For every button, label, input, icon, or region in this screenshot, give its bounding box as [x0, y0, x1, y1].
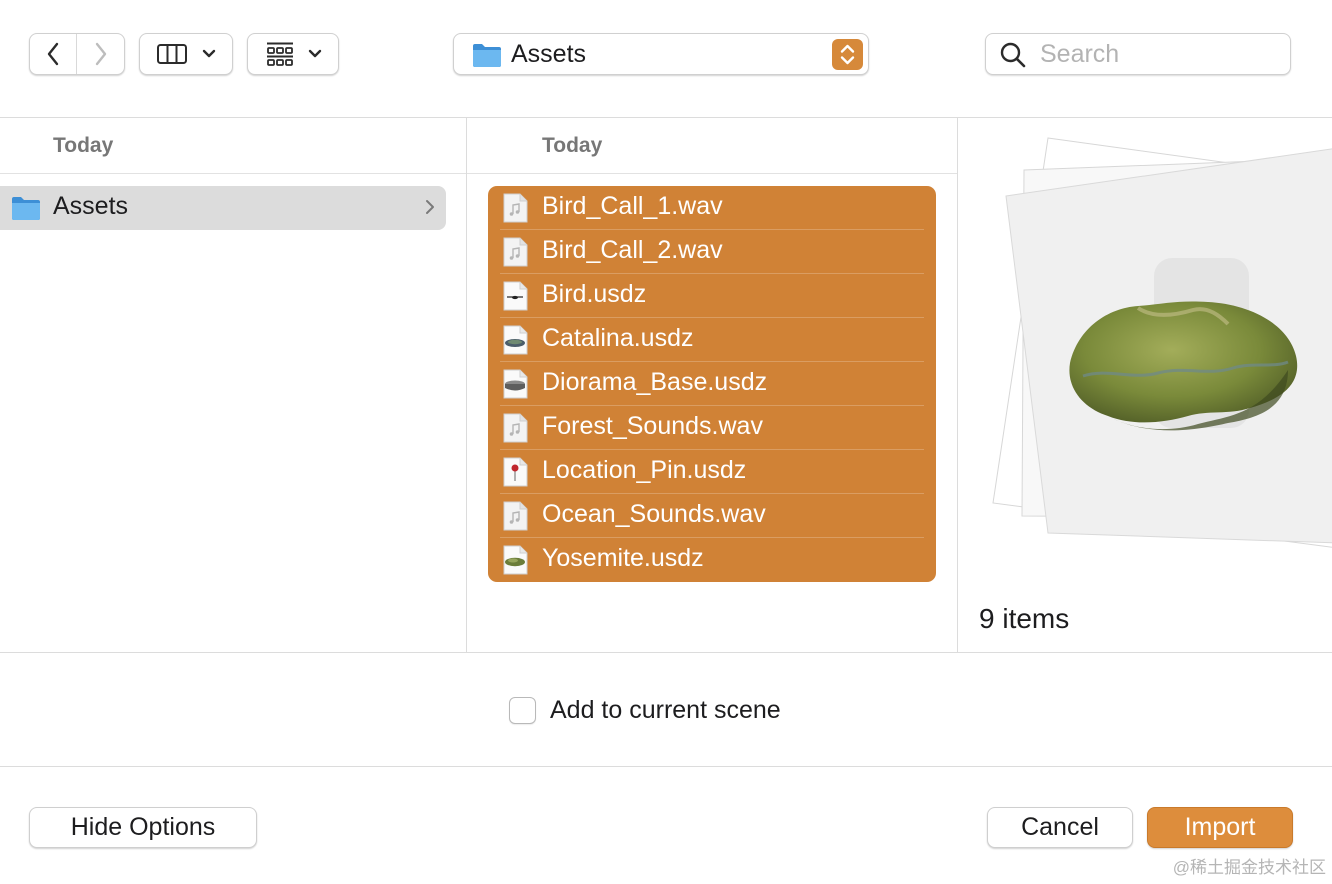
file-name: Yosemite.usdz: [542, 544, 704, 572]
file-name: Bird_Call_1.wav: [542, 192, 723, 220]
items-count: 9 items: [979, 603, 1070, 634]
folder-row-assets[interactable]: Assets: [0, 186, 446, 230]
up-down-arrows-icon: [840, 44, 855, 65]
add-to-scene-label[interactable]: Add to current scene: [550, 696, 781, 725]
group-by-button[interactable]: [247, 33, 339, 75]
navigation-buttons: [29, 33, 125, 75]
add-to-scene-checkbox[interactable]: [509, 697, 536, 724]
column-header-divider: [0, 173, 466, 174]
chevron-right-icon: [426, 200, 434, 214]
column-header: Today: [53, 134, 114, 157]
file-name: Ocean_Sounds.wav: [542, 500, 766, 528]
browser-column-2: Today Bird_Call_1.wav Bird_Call_2.wav Bi…: [467, 118, 957, 652]
search-input[interactable]: [1040, 39, 1280, 69]
browser-column-1: Today Assets: [0, 118, 466, 652]
grid-view-icon: [267, 42, 293, 66]
selected-files: Bird_Call_1.wav Bird_Call_2.wav Bird.usd…: [488, 186, 936, 582]
file-row[interactable]: Ocean_Sounds.wav: [488, 494, 936, 538]
folder-icon: [12, 197, 40, 220]
audio-file-icon: [503, 237, 528, 267]
island-model-icon: [503, 325, 528, 355]
chevron-right-icon: [95, 42, 106, 66]
terrain-model-icon: [503, 545, 528, 575]
hide-options-button[interactable]: Hide Options: [29, 807, 257, 848]
folder-icon: [473, 44, 501, 67]
stacked-documents-preview-image: [992, 137, 1332, 548]
chevron-left-icon: [47, 42, 59, 66]
column-header: Today: [542, 134, 603, 157]
pin-model-icon: [503, 457, 528, 487]
location-label: Assets: [511, 40, 587, 68]
file-name: Bird.usdz: [542, 280, 647, 308]
watermark-text: @稀土掘金技术社区: [1172, 858, 1326, 877]
browser-divider: [0, 652, 1332, 653]
file-name: Diorama_Base.usdz: [542, 368, 768, 396]
forward-button[interactable]: [77, 34, 124, 74]
file-row[interactable]: Yosemite.usdz: [488, 538, 936, 582]
file-name: Bird_Call_2.wav: [542, 236, 723, 264]
view-mode-button[interactable]: [139, 33, 233, 75]
audio-file-icon: [503, 413, 528, 443]
back-button[interactable]: [30, 34, 77, 74]
toolbar: Assets: [0, 0, 1332, 117]
file-row[interactable]: Location_Pin.usdz: [488, 450, 936, 494]
chevron-down-icon: [308, 49, 322, 58]
file-row[interactable]: Bird.usdz: [488, 274, 936, 318]
import-button[interactable]: Import: [1147, 807, 1293, 848]
search-icon: [1000, 42, 1026, 68]
cancel-button[interactable]: Cancel: [987, 807, 1133, 848]
file-row[interactable]: Bird_Call_1.wav: [488, 186, 936, 230]
file-row[interactable]: Diorama_Base.usdz: [488, 362, 936, 406]
base-model-icon: [503, 369, 528, 399]
chevron-down-icon: [202, 49, 216, 58]
file-row[interactable]: Bird_Call_2.wav: [488, 230, 936, 274]
options-divider: [0, 766, 1332, 767]
popup-stepper[interactable]: [832, 39, 863, 70]
file-name: Forest_Sounds.wav: [542, 412, 763, 440]
preview-pane: 9 items: [958, 118, 1332, 652]
file-name: Catalina.usdz: [542, 324, 694, 352]
audio-file-icon: [503, 501, 528, 531]
audio-file-icon: [503, 193, 528, 223]
folder-name: Assets: [53, 192, 129, 220]
location-popup[interactable]: Assets: [453, 33, 869, 75]
file-name: Location_Pin.usdz: [542, 456, 747, 484]
search-field[interactable]: [985, 33, 1291, 75]
file-row[interactable]: Forest_Sounds.wav: [488, 406, 936, 450]
bird-model-icon: [503, 281, 528, 311]
columns-view-icon: [157, 44, 187, 64]
file-row[interactable]: Catalina.usdz: [488, 318, 936, 362]
column-header-divider: [467, 173, 957, 174]
